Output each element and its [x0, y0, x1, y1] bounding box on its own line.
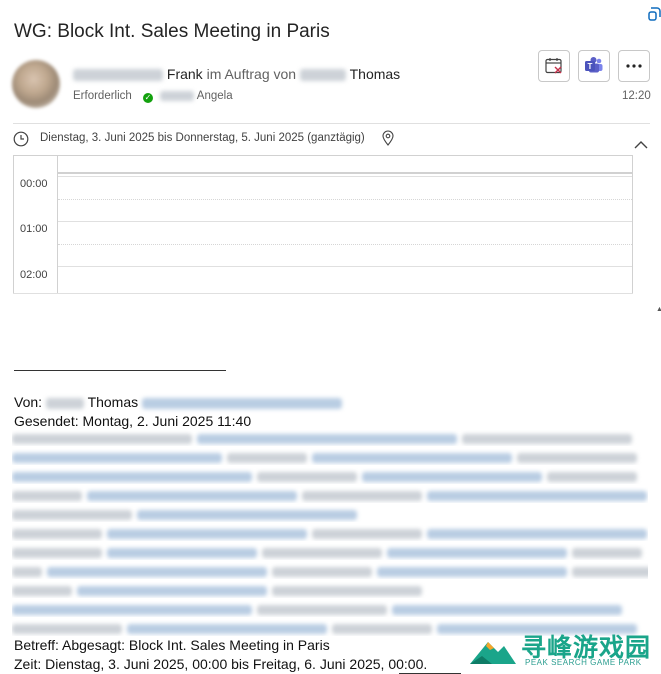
- svg-text:T: T: [588, 62, 593, 71]
- redacted-text: [45, 397, 84, 409]
- body-from-line: Von: Thomas: [14, 394, 343, 410]
- watermark-logo: 寻峰游戏园 PEAK SEARCH GAME PARK: [468, 626, 661, 672]
- hour-label: 02:00: [20, 269, 48, 281]
- decline-calendar-button[interactable]: [538, 50, 570, 82]
- teams-button[interactable]: T: [578, 50, 610, 82]
- copilot-icon[interactable]: [648, 5, 661, 23]
- hour-label: 00:00: [20, 178, 48, 190]
- chevron-up-icon[interactable]: [634, 136, 648, 154]
- calendar-bottom-edge: [13, 293, 633, 295]
- required-label: Erforderlich: [73, 90, 132, 102]
- header-divider: [13, 123, 650, 124]
- mountain-logo-icon: [470, 642, 516, 664]
- redacted-email-link[interactable]: [142, 397, 343, 409]
- ellipsis-icon: [626, 64, 642, 68]
- hour-row: [58, 266, 632, 312]
- from-label: Von:: [14, 394, 43, 410]
- teams-icon: T: [585, 57, 603, 73]
- hour-row: [58, 221, 632, 267]
- all-day-row: [58, 156, 632, 174]
- calendar-grid: [57, 155, 633, 294]
- redacted-text: [299, 69, 346, 82]
- event-date: Dienstag, 3. Juni 2025 bis Donnerstag, 5…: [40, 132, 365, 144]
- watermark-subtitle: PEAK SEARCH GAME PARK: [525, 658, 642, 667]
- time-line: Zeit: Dienstag, 3. Juni 2025, 00:00 bis …: [14, 656, 428, 672]
- hour-label: 01:00: [20, 223, 48, 235]
- sender-line: Frank im Auftrag von Thomas: [73, 66, 400, 82]
- accepted-check-icon: ✓: [143, 93, 154, 103]
- hour-row: [58, 176, 632, 222]
- recipients-block: [12, 430, 648, 639]
- email-subject: WG: Block Int. Sales Meeting in Paris: [14, 21, 330, 42]
- separator-line: [14, 370, 226, 371]
- clock-icon: [13, 131, 29, 152]
- location-pin-icon[interactable]: [382, 130, 394, 151]
- subject-line: Betreff: Abgesagt: Block Int. Sales Meet…: [14, 637, 330, 653]
- from-name: Thomas: [87, 394, 139, 410]
- redacted-text: [73, 69, 163, 82]
- on-behalf-name[interactable]: Thomas: [350, 66, 401, 82]
- on-behalf-label: im Auftrag von: [206, 66, 297, 82]
- attendees-line: Erforderlich ✓ Angela: [73, 90, 233, 103]
- scroll-up-arrow-icon[interactable]: ▲: [656, 306, 661, 313]
- sender-avatar[interactable]: [12, 60, 60, 108]
- received-time: 12:20: [622, 90, 651, 102]
- sent-line: Gesendet: Montag, 2. Juni 2025 11:40: [14, 413, 252, 429]
- redacted-text: [160, 90, 195, 101]
- sender-name[interactable]: Frank: [167, 66, 203, 82]
- attendee-name[interactable]: Angela: [197, 90, 233, 102]
- more-button[interactable]: [618, 50, 650, 82]
- calendar-preview[interactable]: 00:00 01:00 02:00: [13, 155, 633, 294]
- calendar-x-icon: [545, 58, 562, 74]
